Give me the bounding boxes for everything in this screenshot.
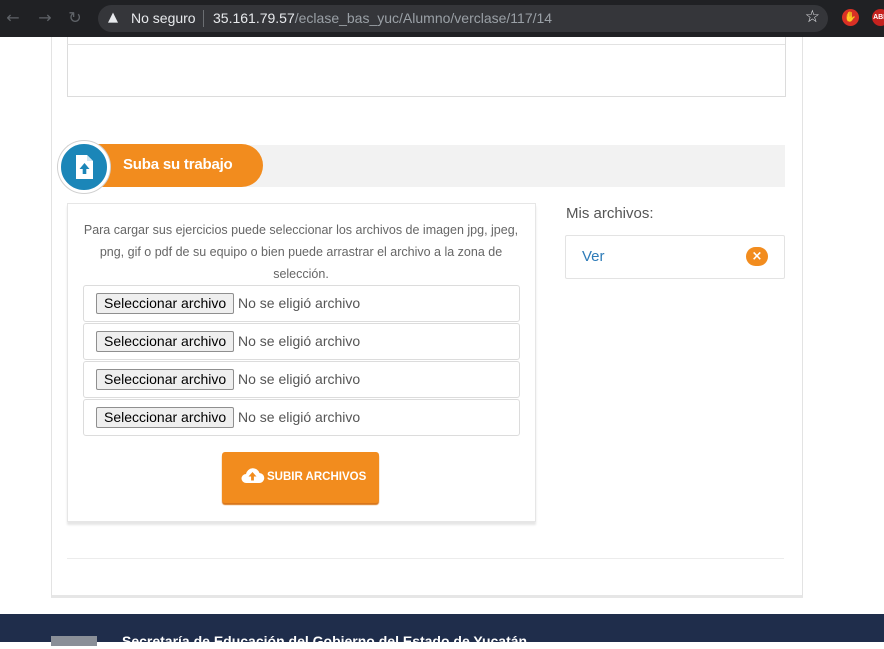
upload-files-button[interactable]: SUBIR ARCHIVOS — [222, 452, 379, 503]
adblock-extension-icon[interactable]: ABP — [872, 9, 884, 26]
reload-icon[interactable]: ↻ — [66, 9, 84, 27]
file-input-row[interactable]: Seleccionar archivo No se eligió archivo — [83, 285, 520, 322]
my-files-item: Ver × — [565, 235, 785, 279]
upload-files-label: SUBIR ARCHIVOS — [267, 471, 367, 483]
file-status: No se eligió archivo — [238, 333, 361, 349]
url-text[interactable]: 35.161.79.57/eclase_bas_yuc/Alumno/vercl… — [213, 10, 552, 26]
upload-file-icon — [58, 141, 110, 193]
file-status: No se eligió archivo — [238, 371, 361, 387]
footer-text: Secretaría de Educación del Gobierno del… — [122, 633, 528, 649]
forward-arrow-icon[interactable]: → — [36, 9, 54, 27]
select-file-button[interactable]: Seleccionar archivo — [96, 293, 235, 314]
bookmark-star-icon[interactable]: ☆ — [805, 7, 820, 27]
section-title: Suba su trabajo — [123, 156, 233, 173]
select-file-button[interactable]: Seleccionar archivo — [96, 407, 235, 428]
browser-toolbar: ← → ↻ ▲ No seguro 35.161.79.57/eclase_ba… — [0, 0, 884, 37]
select-file-button[interactable]: Seleccionar archivo — [96, 369, 235, 390]
view-file-link[interactable]: Ver — [582, 248, 605, 265]
my-files-title: Mis archivos: — [566, 205, 654, 222]
panel-divider — [67, 44, 785, 45]
security-label[interactable]: No seguro — [131, 10, 196, 26]
upload-instructions: Para cargar sus ejercicios puede selecci… — [83, 223, 519, 281]
delete-file-icon[interactable]: × — [746, 247, 768, 266]
file-input-row[interactable]: Seleccionar archivo No se eligió archivo — [83, 361, 520, 398]
address-separator — [203, 10, 204, 27]
address-bar[interactable]: ▲ No seguro 35.161.79.57/eclase_bas_yuc/… — [98, 5, 828, 32]
warning-icon[interactable]: ▲ — [108, 10, 118, 25]
previous-panel — [67, 37, 786, 97]
footer-logo — [51, 636, 97, 646]
file-input-row[interactable]: Seleccionar archivo No se eligió archivo — [83, 399, 520, 436]
back-arrow-icon[interactable]: ← — [4, 9, 22, 27]
file-status: No se eligió archivo — [238, 409, 361, 425]
file-status: No se eligió archivo — [238, 295, 361, 311]
section-divider — [67, 558, 784, 559]
cloud-upload-icon — [241, 468, 265, 484]
select-file-button[interactable]: Seleccionar archivo — [96, 331, 235, 352]
file-input-row[interactable]: Seleccionar archivo No se eligió archivo — [83, 323, 520, 360]
extension-hand-icon[interactable]: ✋ — [842, 9, 859, 26]
site-footer: Secretaría de Educación del Gobierno del… — [0, 614, 884, 649]
